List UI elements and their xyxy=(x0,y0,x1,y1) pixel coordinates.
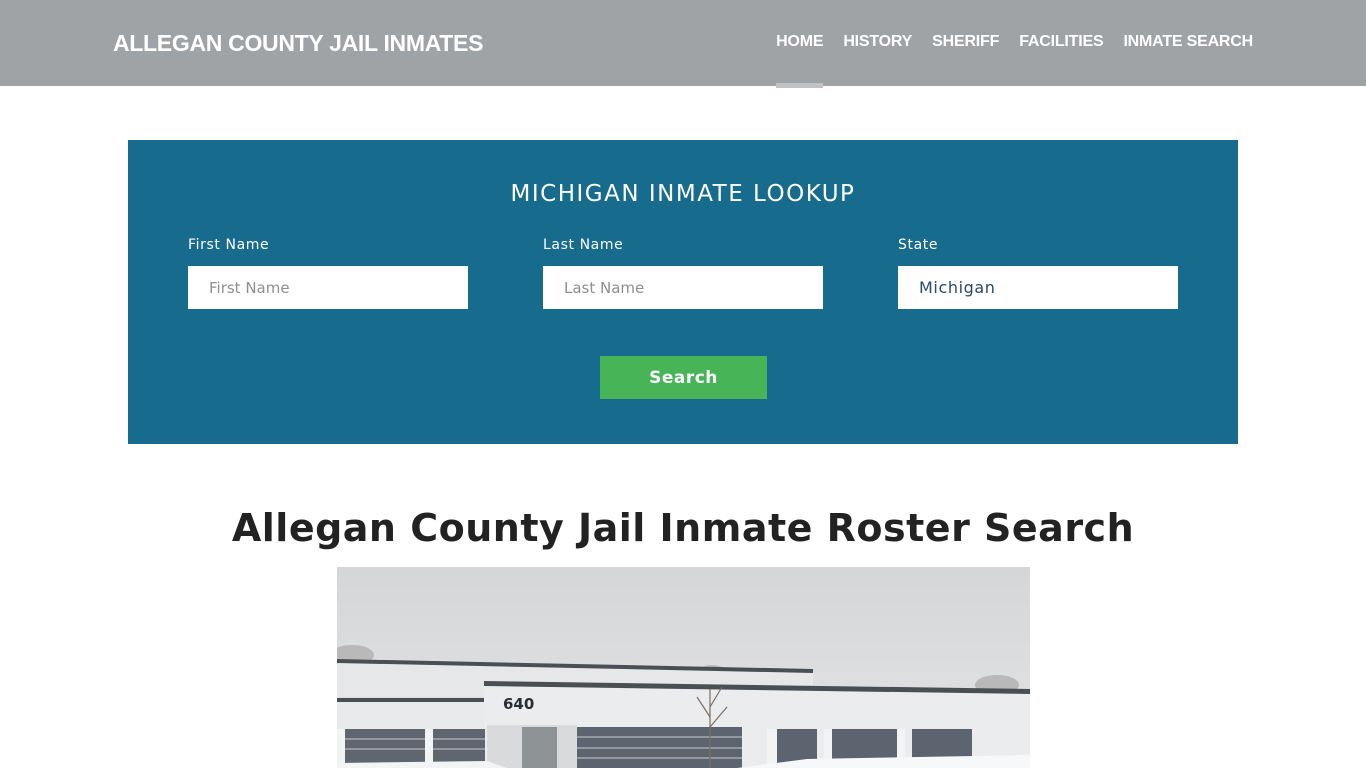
nav-home[interactable]: HOME xyxy=(776,33,824,88)
state-select[interactable]: Michigan xyxy=(898,266,1178,309)
site-brand[interactable]: ALLEGAN COUNTY JAIL INMATES xyxy=(113,30,483,57)
navbar: ALLEGAN COUNTY JAIL INMATES HOME HISTORY… xyxy=(0,0,1366,88)
page-title: Allegan County Jail Inmate Roster Search xyxy=(231,506,1135,550)
inmate-lookup-panel: MICHIGAN INMATE LOOKUP First Name Last N… xyxy=(128,140,1238,444)
last-name-input[interactable] xyxy=(543,266,823,309)
last-name-group: Last Name xyxy=(543,237,823,309)
building-illustration: 640 xyxy=(337,567,1030,768)
main-nav: HOME HISTORY SHERIFF FACILITIES INMATE S… xyxy=(756,33,1253,88)
first-name-input[interactable] xyxy=(188,266,468,309)
nav-sheriff[interactable]: SHERIFF xyxy=(932,33,999,51)
state-label: State xyxy=(898,237,939,253)
jail-building-photo: 640 xyxy=(337,567,1030,768)
first-name-label: First Name xyxy=(188,237,270,253)
first-name-group: First Name xyxy=(188,237,468,309)
nav-facilities[interactable]: FACILITIES xyxy=(1019,33,1103,51)
lookup-title: MICHIGAN INMATE LOOKUP xyxy=(510,181,856,207)
search-button[interactable]: Search xyxy=(600,356,767,399)
building-number: 640 xyxy=(503,695,534,713)
state-group: State Michigan xyxy=(898,237,1178,309)
nav-inmate-search[interactable]: INMATE SEARCH xyxy=(1123,33,1253,51)
last-name-label: Last Name xyxy=(543,237,624,253)
nav-history[interactable]: HISTORY xyxy=(843,33,912,51)
